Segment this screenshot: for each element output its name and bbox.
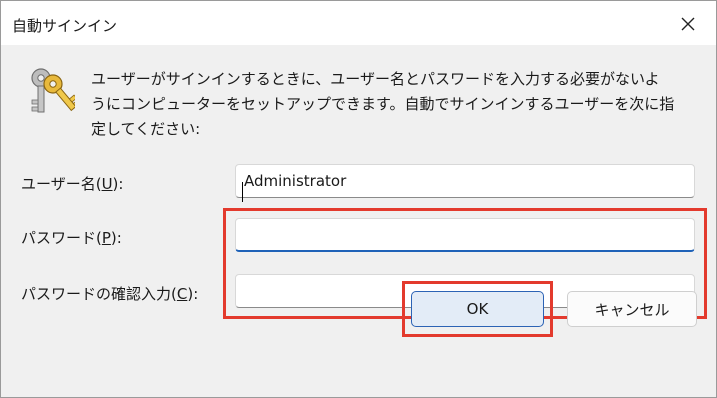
username-input[interactable] — [235, 164, 695, 198]
text-caret — [242, 182, 243, 202]
confirm-password-label: パスワードの確認入力(C): — [21, 285, 199, 303]
dialog-body: ユーザーがサインインするときに、ユーザー名とパスワードを入力する必要がないよ う… — [1, 45, 716, 397]
description-line: 定してください: — [91, 120, 201, 138]
description-line: ユーザーがサインインするときに、ユーザー名とパスワードを入力する必要がないよ — [91, 70, 660, 88]
password-accesskey: P — [101, 229, 111, 247]
username-label: ユーザー名(U): — [21, 175, 124, 193]
keys-icon — [31, 68, 75, 113]
highlight-ok-button — [402, 281, 553, 337]
auto-signin-dialog: 自動サインイン ユーザーがサインインするときに、ユーザー名とパスワードを入力する… — [0, 0, 717, 398]
window-title: 自動サインイン — [12, 17, 118, 35]
confirm-accesskey: C — [176, 285, 188, 303]
close-icon — [681, 17, 695, 31]
cancel-button[interactable]: キャンセル — [567, 291, 697, 327]
username-accesskey: U — [101, 175, 113, 193]
description-text: ユーザーがサインインするときに、ユーザー名とパスワードを入力する必要がないよ う… — [91, 67, 699, 142]
close-button[interactable] — [669, 9, 707, 39]
description-line: うにコンピューターをセットアップできます。自動でサインインするユーザーを次に指 — [91, 95, 675, 113]
title-bar: 自動サインイン — [1, 1, 716, 45]
password-label: パスワード(P): — [21, 229, 122, 247]
